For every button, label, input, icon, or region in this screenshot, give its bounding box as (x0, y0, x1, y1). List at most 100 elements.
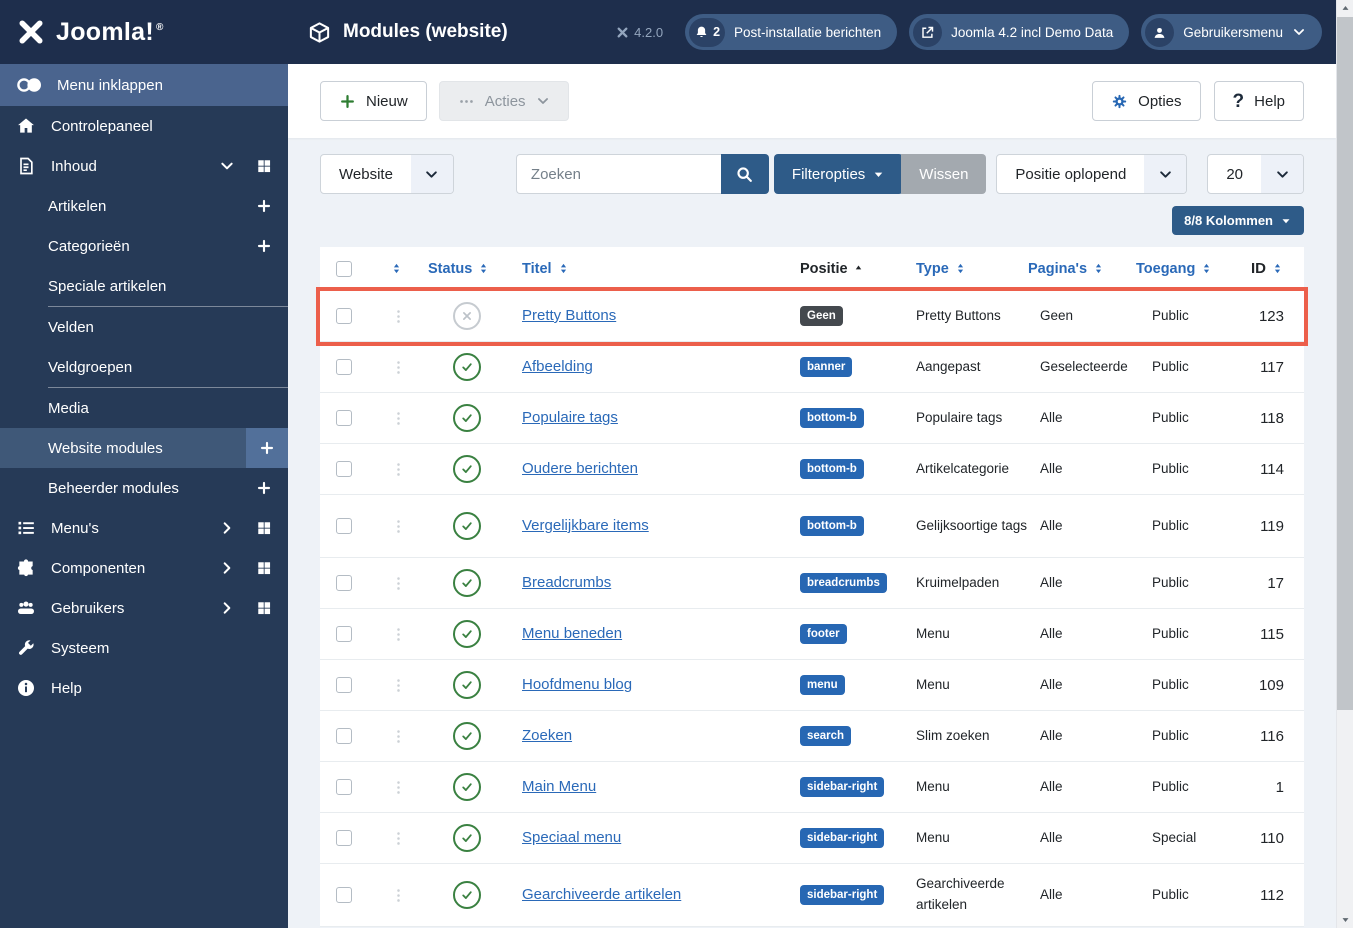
add-module-button[interactable] (246, 428, 288, 468)
position-badge[interactable]: Geen (800, 306, 843, 326)
status-toggle-button[interactable] (453, 512, 481, 540)
client-filter-select[interactable]: Website (320, 154, 454, 194)
sidebar-item-help[interactable]: Help (0, 668, 288, 708)
position-badge[interactable]: breadcrumbs (800, 573, 887, 593)
row-checkbox[interactable] (336, 359, 352, 375)
type-header[interactable]: Type (916, 261, 1028, 277)
drag-handle[interactable] (384, 728, 428, 745)
search-input[interactable] (515, 154, 721, 194)
pill-joomla-4-2-incl-demo-data[interactable]: Joomla 4.2 incl Demo Data (909, 14, 1130, 50)
row-checkbox[interactable] (336, 677, 352, 693)
position-badge[interactable]: bottom-b (800, 459, 864, 479)
sidebar-item-controlepaneel[interactable]: Controlepaneel (0, 106, 288, 146)
sidebar-item-menu-s[interactable]: Menu's (0, 508, 288, 548)
vertical-scrollbar[interactable] (1336, 0, 1353, 928)
drag-handle[interactable] (384, 308, 428, 325)
title-header[interactable]: Titel (506, 261, 786, 277)
position-badge[interactable]: bottom-b (800, 408, 864, 428)
position-badge[interactable]: menu (800, 675, 845, 695)
sidebar-item-componenten[interactable]: Componenten (0, 548, 288, 588)
filter-options-button[interactable]: Filteropties (773, 154, 904, 194)
row-checkbox[interactable] (336, 728, 352, 744)
drag-handle[interactable] (384, 518, 428, 535)
status-toggle-button[interactable] (453, 353, 481, 381)
search-button[interactable] (720, 154, 769, 194)
status-toggle-button[interactable] (453, 569, 481, 597)
position-badge[interactable]: sidebar-right (800, 885, 885, 905)
sort-select[interactable]: Positie oplopend (996, 154, 1188, 194)
module-title-link[interactable]: Oudere berichten (522, 460, 638, 477)
position-header[interactable]: Positie (786, 261, 916, 277)
pill-post-installatie-berichten[interactable]: 2 Post-installatie berichten (685, 14, 898, 50)
sidebar-item-categorie-n[interactable]: Categorieën (0, 226, 288, 266)
row-checkbox[interactable] (336, 410, 352, 426)
scroll-up-button[interactable] (1337, 0, 1353, 17)
module-title-link[interactable]: Hoofdmenu blog (522, 676, 632, 693)
position-badge[interactable]: sidebar-right (800, 777, 885, 797)
position-badge[interactable]: banner (800, 357, 853, 377)
limit-select[interactable]: 20 (1207, 154, 1304, 194)
drag-handle[interactable] (384, 461, 428, 478)
status-toggle-button[interactable] (453, 455, 481, 483)
brand-logo[interactable]: Joomla! ® (0, 0, 288, 64)
status-toggle-button[interactable] (453, 302, 481, 330)
row-checkbox[interactable] (336, 779, 352, 795)
sidebar-item-veldgroepen[interactable]: Veldgroepen (0, 347, 288, 387)
module-title-link[interactable]: Breadcrumbs (522, 574, 611, 591)
sidebar-item-menu-inklappen[interactable]: Menu inklappen (0, 64, 288, 106)
drag-handle[interactable] (384, 626, 428, 643)
row-checkbox[interactable] (336, 830, 352, 846)
position-badge[interactable]: footer (800, 624, 847, 644)
sidebar-item-speciale-artikelen[interactable]: Speciale artikelen (0, 266, 288, 306)
options-button[interactable]: Opties (1092, 81, 1201, 121)
id-header[interactable]: ID (1232, 260, 1288, 277)
help-button[interactable]: ? Help (1213, 81, 1304, 121)
sidebar-item-media[interactable]: Media (0, 388, 288, 428)
sidebar-item-velden[interactable]: Velden (0, 307, 288, 347)
status-toggle-button[interactable] (453, 722, 481, 750)
sidebar-item-gebruikers[interactable]: Gebruikers (0, 588, 288, 628)
drag-handle[interactable] (384, 677, 428, 694)
clear-button[interactable]: Wissen (901, 154, 987, 194)
scroll-down-button[interactable] (1337, 911, 1353, 928)
sidebar-item-artikelen[interactable]: Artikelen (0, 186, 288, 226)
columns-button[interactable]: 8/8 Kolommen (1172, 206, 1304, 235)
status-toggle-button[interactable] (453, 773, 481, 801)
row-checkbox[interactable] (336, 575, 352, 591)
row-checkbox[interactable] (336, 461, 352, 477)
module-title-link[interactable]: Populaire tags (522, 409, 618, 426)
module-title-link[interactable]: Gearchiveerde artikelen (522, 886, 681, 903)
drag-handle[interactable] (384, 575, 428, 592)
ordering-sort-header[interactable] (384, 262, 428, 275)
position-badge[interactable]: bottom-b (800, 516, 864, 536)
access-header[interactable]: Toegang (1136, 261, 1232, 277)
row-checkbox[interactable] (336, 308, 352, 324)
drag-handle[interactable] (384, 359, 428, 376)
status-toggle-button[interactable] (453, 671, 481, 699)
status-toggle-button[interactable] (453, 824, 481, 852)
position-badge[interactable]: search (800, 726, 852, 746)
module-title-link[interactable]: Vergelijkbare items (522, 517, 649, 534)
pill-gebruikersmenu[interactable]: Gebruikersmenu (1141, 14, 1322, 50)
sidebar-item-systeem[interactable]: Systeem (0, 628, 288, 668)
module-title-link[interactable]: Menu beneden (522, 625, 622, 642)
sidebar-item-website-modules[interactable]: Website modules (0, 428, 288, 468)
sidebar-item-inhoud[interactable]: Inhoud (0, 146, 288, 186)
scrollbar-thumb[interactable] (1337, 17, 1353, 710)
status-header[interactable]: Status (428, 261, 506, 277)
drag-handle[interactable] (384, 779, 428, 796)
module-title-link[interactable]: Main Menu (522, 778, 596, 795)
row-checkbox[interactable] (336, 518, 352, 534)
drag-handle[interactable] (384, 830, 428, 847)
drag-handle[interactable] (384, 410, 428, 427)
status-toggle-button[interactable] (453, 881, 481, 909)
select-all-checkbox[interactable] (336, 260, 352, 277)
module-title-link[interactable]: Afbeelding (522, 358, 593, 375)
actions-button[interactable]: Acties (438, 81, 569, 121)
new-button[interactable]: Nieuw (320, 81, 427, 121)
module-title-link[interactable]: Speciaal menu (522, 829, 621, 846)
module-title-link[interactable]: Pretty Buttons (522, 307, 616, 324)
row-checkbox[interactable] (336, 626, 352, 642)
sidebar-item-beheerder-modules[interactable]: Beheerder modules (0, 468, 288, 508)
status-toggle-button[interactable] (453, 620, 481, 648)
